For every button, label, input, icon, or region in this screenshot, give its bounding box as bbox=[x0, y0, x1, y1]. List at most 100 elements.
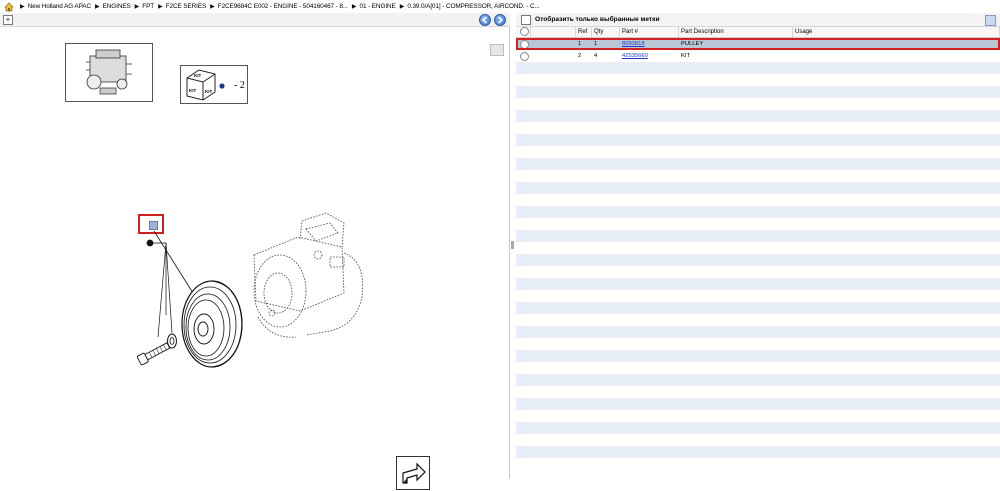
drawing-toolbar: + bbox=[0, 13, 510, 27]
empty-table-row bbox=[516, 170, 1000, 182]
empty-table-row bbox=[516, 242, 1000, 254]
show-selected-label: Отобразить только выбранные метки bbox=[535, 16, 660, 23]
empty-table-row bbox=[516, 266, 1000, 278]
empty-table-row bbox=[516, 62, 1000, 74]
breadcrumb: ▶ New Holland AG APAC ▶ ENGINES ▶ FPT ▶ … bbox=[0, 0, 1000, 13]
prev-arrow-icon[interactable] bbox=[479, 14, 491, 26]
empty-table-row bbox=[516, 386, 1000, 398]
row-ref: 1 bbox=[578, 41, 582, 47]
empty-table-row bbox=[516, 338, 1000, 350]
breadcrumb-separator: ▶ bbox=[134, 4, 140, 10]
column-header-qty[interactable]: Qty bbox=[592, 27, 620, 37]
empty-table-row bbox=[516, 374, 1000, 386]
parts-table: Ref Qty Part # Part Description Usage 1 … bbox=[516, 27, 1000, 470]
export-button[interactable] bbox=[396, 456, 430, 490]
column-header-part-number[interactable]: Part # bbox=[620, 27, 679, 37]
empty-table-row bbox=[516, 446, 1000, 458]
part-number-link[interactable]: 8093818 bbox=[620, 41, 679, 47]
breadcrumb-item-1[interactable]: New Holland AG APAC bbox=[28, 3, 91, 10]
kit-count: - 2 bbox=[234, 80, 245, 91]
empty-table-row bbox=[516, 158, 1000, 170]
table-row[interactable]: 1 1 8093818 PULLEY bbox=[516, 38, 1000, 50]
empty-table-row bbox=[516, 410, 1000, 422]
engine-illustration bbox=[86, 49, 132, 95]
empty-table-row bbox=[516, 362, 1000, 374]
empty-table-row bbox=[516, 326, 1000, 338]
breadcrumb-item-4[interactable]: F2CE SERIES bbox=[166, 3, 207, 10]
row-description: PULLEY bbox=[681, 41, 704, 47]
empty-table-row bbox=[516, 86, 1000, 98]
empty-table-row bbox=[516, 74, 1000, 86]
empty-table-row bbox=[516, 458, 1000, 470]
empty-table-row bbox=[516, 182, 1000, 194]
row-ref: 2 bbox=[578, 53, 582, 59]
empty-table-row bbox=[516, 218, 1000, 230]
breadcrumb-separator: ▶ bbox=[351, 4, 357, 10]
breadcrumb-separator: ▶ bbox=[210, 4, 215, 10]
empty-table-row bbox=[516, 110, 1000, 122]
row-radio[interactable] bbox=[516, 51, 531, 61]
radio-icon[interactable] bbox=[520, 27, 529, 36]
empty-table-row bbox=[516, 134, 1000, 146]
table-header: Ref Qty Part # Part Description Usage bbox=[516, 27, 1000, 38]
kit-label: KIT bbox=[189, 88, 197, 93]
splitter-grip[interactable] bbox=[511, 241, 514, 249]
empty-table-row bbox=[516, 302, 1000, 314]
breadcrumb-item-5[interactable]: F2CE9684C E002 - ENGINE - 504160467 - 8.… bbox=[218, 3, 348, 10]
breadcrumb-item-2[interactable]: ENGINES bbox=[103, 3, 131, 10]
row-description: KIT bbox=[681, 53, 691, 59]
kit-label: KIT bbox=[205, 89, 213, 94]
next-arrow-icon[interactable] bbox=[494, 14, 506, 26]
empty-table-row bbox=[516, 254, 1000, 266]
empty-table-row bbox=[516, 434, 1000, 446]
column-header-select bbox=[516, 27, 531, 37]
view-toggle-icon[interactable] bbox=[490, 44, 504, 56]
empty-table-row bbox=[516, 314, 1000, 326]
column-header-usage[interactable]: Usage bbox=[793, 27, 1000, 37]
export-arrow-icon bbox=[402, 462, 426, 484]
compressor-drawing bbox=[136, 212, 363, 368]
breadcrumb-separator: ▶ bbox=[158, 4, 163, 10]
breadcrumb-separator: ▶ bbox=[94, 4, 100, 10]
empty-table-row bbox=[516, 290, 1000, 302]
home-icon[interactable] bbox=[4, 2, 14, 12]
breadcrumb-item-7[interactable]: 0.39.0/A[01] - COMPRESSOR, AIRCOND. - C.… bbox=[407, 3, 539, 10]
kit-label: KIT bbox=[194, 73, 202, 78]
empty-table-row bbox=[516, 398, 1000, 410]
empty-table-row bbox=[516, 350, 1000, 362]
show-selected-checkbox[interactable] bbox=[521, 14, 531, 25]
empty-table-row bbox=[516, 146, 1000, 158]
breadcrumb-separator: ▶ bbox=[20, 4, 25, 10]
part-number-link[interactable]: 42535660 bbox=[620, 53, 679, 59]
empty-rows bbox=[516, 62, 1000, 470]
filter-bar: Отобразить только выбранные метки bbox=[516, 13, 1000, 27]
row-qty: 4 bbox=[594, 53, 598, 59]
empty-table-row bbox=[516, 98, 1000, 110]
parts-list-pane: Отобразить только выбранные метки Ref Qt… bbox=[516, 13, 1000, 479]
breadcrumb-item-6[interactable]: 01 - ENGINE bbox=[359, 3, 395, 10]
column-header-ref[interactable]: Ref bbox=[576, 27, 592, 37]
breadcrumb-separator: ▶ bbox=[399, 4, 405, 10]
pulley-part bbox=[181, 280, 243, 368]
parts-drawing: KIT KIT KIT - 2 bbox=[0, 27, 510, 490]
radio-icon[interactable] bbox=[520, 39, 529, 49]
engine-thumbnail[interactable] bbox=[65, 43, 153, 102]
empty-table-row bbox=[516, 194, 1000, 206]
empty-table-row bbox=[516, 230, 1000, 242]
column-header-blank bbox=[531, 27, 576, 37]
settings-icon[interactable] bbox=[985, 15, 996, 26]
radio-icon[interactable] bbox=[520, 51, 529, 61]
kit-box-icon: KIT KIT KIT bbox=[186, 69, 225, 101]
column-header-description[interactable]: Part Description bbox=[679, 27, 793, 37]
bolt-part bbox=[136, 342, 171, 366]
expand-icon[interactable]: + bbox=[3, 15, 13, 25]
compressor-body bbox=[253, 212, 363, 338]
kit-thumbnail[interactable]: KIT KIT KIT - 2 bbox=[180, 65, 248, 104]
row-radio[interactable] bbox=[516, 39, 531, 49]
breadcrumb-item-3[interactable]: FPT bbox=[142, 3, 154, 10]
empty-table-row bbox=[516, 422, 1000, 434]
table-row[interactable]: 2 4 42535660 KIT bbox=[516, 50, 1000, 62]
drawing-pane: + KIT KIT KIT - 2 bbox=[0, 13, 510, 490]
empty-table-row bbox=[516, 206, 1000, 218]
empty-table-row bbox=[516, 278, 1000, 290]
